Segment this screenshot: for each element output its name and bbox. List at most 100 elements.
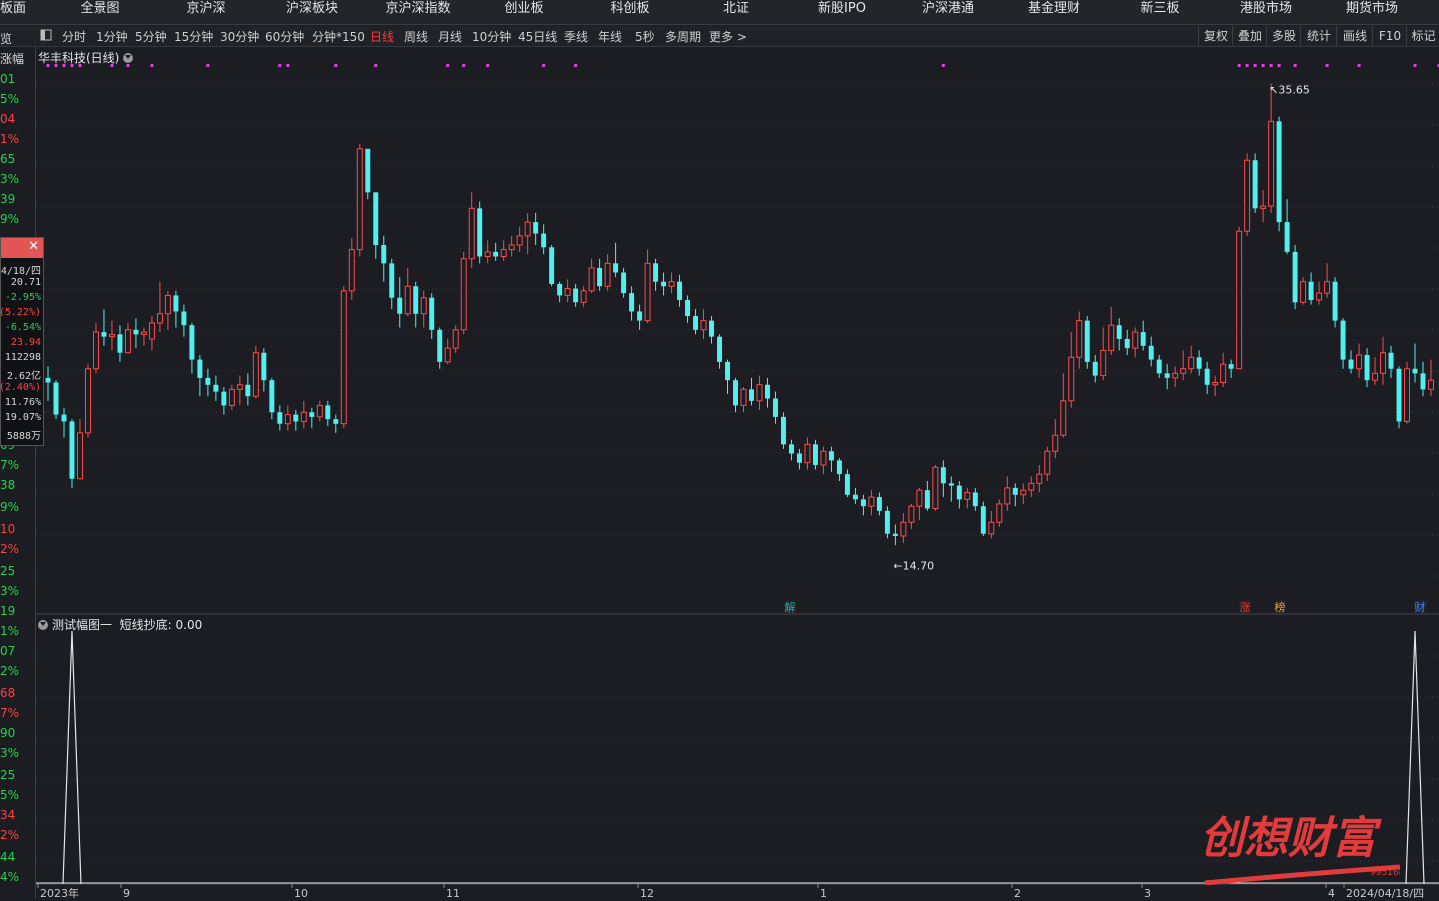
signal-dot — [278, 64, 282, 67]
period-tab[interactable]: 10分钟 — [472, 28, 511, 45]
candle-body — [92, 331, 99, 370]
nav-item[interactable]: 基金理财 — [1028, 0, 1080, 24]
nav-item[interactable]: 科创板 — [610, 0, 649, 24]
candle-body — [1372, 372, 1379, 381]
signal-dot — [542, 64, 546, 67]
period-tab[interactable]: 分时 — [62, 28, 86, 45]
x-axis-label: 2023年 — [40, 886, 79, 898]
nav-item[interactable]: 新股IPO — [818, 0, 866, 24]
x-axis-label: 2024/04/18/四 — [1346, 887, 1424, 898]
nav-item[interactable]: 板面 — [0, 0, 26, 24]
candle-body — [140, 331, 147, 335]
candle-body — [828, 451, 834, 461]
candle-body — [580, 290, 587, 303]
period-tab[interactable]: 5秒 — [635, 28, 655, 45]
tooltip-value: 19.07% — [4, 412, 41, 423]
candle-body — [557, 283, 563, 296]
toolbar-button[interactable]: 复权 — [1198, 26, 1233, 46]
candle-body — [325, 405, 331, 420]
nav-item[interactable]: 沪深板块 — [286, 0, 338, 24]
candle-body — [972, 492, 978, 507]
axis-label: 5% — [0, 788, 20, 802]
axis-label: 3% — [0, 584, 20, 598]
tooltip-value: (2.40%) — [0, 382, 41, 393]
nav-item[interactable]: 沪深港通 — [922, 0, 974, 24]
candle-body — [644, 262, 651, 322]
sidebar-toggle-icon[interactable] — [40, 29, 52, 44]
candle-body — [1044, 450, 1051, 475]
nav-item[interactable]: 北证 — [723, 0, 749, 24]
toolbar-button[interactable]: 叠加 — [1232, 26, 1267, 46]
candle-body — [564, 288, 571, 296]
candle-body — [549, 247, 555, 284]
period-tab[interactable]: 月线 — [438, 28, 462, 45]
nav-item[interactable]: 港股市场 — [1240, 0, 1292, 24]
dropdown-icon[interactable] — [38, 620, 48, 630]
toolbar-button[interactable]: 统计 — [1300, 26, 1337, 46]
period-tab[interactable]: 30分钟 — [220, 28, 259, 45]
nav-item[interactable]: 期货市场 — [1346, 0, 1398, 24]
kline-chart-area[interactable]: 华丰科技(日线) 测试幅图一 短线抄底: 0.00 ↖35.65 ←14.70 解 涨… — [36, 46, 1439, 901]
signal-dot — [206, 64, 210, 67]
x-axis-label: 12 — [640, 887, 654, 898]
candle-body — [772, 398, 778, 417]
period-tab[interactable]: 分钟*150 — [312, 28, 365, 45]
signal-dot — [941, 64, 945, 67]
candle-body — [780, 416, 786, 445]
period-tab[interactable]: 15分钟 — [174, 28, 213, 45]
period-tab[interactable]: 60分钟 — [265, 28, 304, 45]
period-tab[interactable]: 周线 — [404, 28, 428, 45]
candle-body — [924, 490, 930, 509]
x-axis-label: 9 — [123, 887, 130, 898]
period-tab[interactable]: 45日线 — [518, 28, 557, 45]
nav-item[interactable]: 京沪深 — [186, 0, 225, 24]
toolbar-button[interactable]: 标记 — [1406, 26, 1439, 46]
candle-body — [1380, 352, 1387, 374]
toolbar-button[interactable]: F10 — [1372, 26, 1407, 46]
candle-body — [293, 414, 299, 422]
candle-body — [1108, 324, 1115, 351]
candle-body — [1316, 292, 1323, 301]
candle-body — [884, 510, 890, 534]
candle-body — [749, 389, 754, 401]
candle-body — [1060, 400, 1067, 436]
nav-item[interactable]: 新三板 — [1140, 0, 1179, 24]
period-tab[interactable]: 年线 — [598, 28, 622, 45]
period-tab[interactable]: 更多 > — [709, 28, 747, 45]
candle-body — [709, 320, 714, 337]
candle-body — [685, 300, 691, 317]
axis-label: 1% — [0, 624, 20, 638]
signal-dot — [1269, 64, 1273, 67]
axis-label: 65 — [0, 152, 16, 166]
close-icon[interactable]: ✕ — [28, 239, 39, 254]
candle-body — [900, 521, 907, 537]
period-tab[interactable]: 季线 — [564, 28, 588, 45]
tooltip-value: 2.62亿 — [6, 371, 41, 382]
period-tab[interactable]: 多周期 — [665, 28, 701, 45]
axis-label: 90 — [0, 726, 16, 740]
candle-body — [1148, 345, 1154, 360]
period-tab[interactable]: 日线 — [370, 28, 394, 45]
period-tab[interactable]: 1分钟 — [96, 28, 128, 45]
candle-body — [1052, 434, 1059, 452]
period-tab[interactable]: 5分钟 — [135, 28, 167, 45]
nav-item[interactable]: 创业板 — [504, 0, 543, 24]
candle-body — [236, 384, 243, 390]
nav-item[interactable]: 京沪深指数 — [385, 0, 450, 24]
candle-body — [932, 466, 939, 510]
axis-label: 涨幅 — [0, 52, 25, 66]
toolbar-button[interactable]: 多股 — [1266, 26, 1301, 46]
toolbar-button[interactable]: 画线 — [1336, 26, 1373, 46]
candle-body — [397, 297, 403, 314]
nav-item[interactable]: 全景图 — [80, 0, 119, 24]
candle-body — [1204, 368, 1210, 385]
candle-body — [516, 235, 523, 246]
candle-body — [124, 329, 131, 354]
candle-body — [541, 233, 547, 248]
candle-body — [1276, 121, 1282, 223]
watermark-text: 创想财富 — [1200, 813, 1382, 864]
dropdown-icon[interactable] — [123, 53, 134, 63]
candle-body — [524, 221, 531, 237]
candle-body — [677, 281, 683, 301]
candle-body — [444, 347, 451, 363]
